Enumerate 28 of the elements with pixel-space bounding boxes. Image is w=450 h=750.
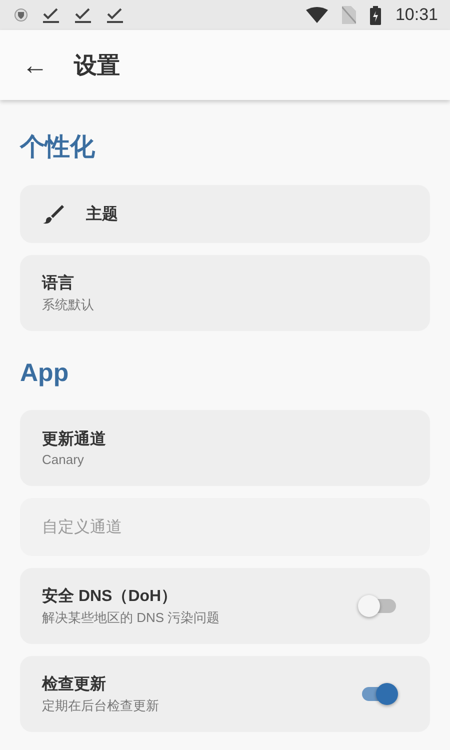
brush-icon	[42, 203, 64, 225]
page-title: 设置	[74, 50, 120, 80]
clock-time: 10:31	[395, 5, 438, 25]
download-done-icon	[106, 6, 124, 24]
settings-item[interactable]: 语言 系统默认	[20, 255, 430, 331]
section-title: 个性化	[20, 132, 96, 163]
settings-item[interactable]: 安全 DNS（DoH） 解决某些地区的 DNS 污染问题	[20, 568, 430, 644]
wifi-icon	[306, 7, 328, 23]
battery-charging-icon	[370, 6, 382, 24]
item-title: 检查更新	[42, 674, 107, 694]
settings-item[interactable]: 检查更新 定期在后台检查更新	[20, 656, 430, 732]
settings-item[interactable]: 更新通道 Canary	[20, 410, 430, 486]
download-done-icon	[74, 6, 92, 24]
item-title: 安全 DNS（DoH）	[42, 586, 178, 606]
item-title: 语言	[42, 273, 75, 294]
item-title: 主题	[86, 204, 118, 224]
item-summary: 系统默认	[42, 296, 95, 314]
item-summary: Canary	[42, 452, 85, 467]
back-button[interactable]: ←	[22, 50, 48, 80]
no-sim-icon	[342, 6, 356, 24]
download-done-icon	[42, 6, 60, 24]
item-summary: 定期在后台检查更新	[42, 696, 160, 714]
section-title: App	[20, 359, 70, 388]
item-title: 更新通道	[42, 429, 107, 450]
settings-item[interactable]: 主题	[20, 185, 430, 243]
item-summary: 解决某些地区的 DNS 污染问题	[42, 608, 221, 626]
item-title: 自定义通道	[42, 518, 123, 538]
shield-icon	[14, 8, 28, 22]
